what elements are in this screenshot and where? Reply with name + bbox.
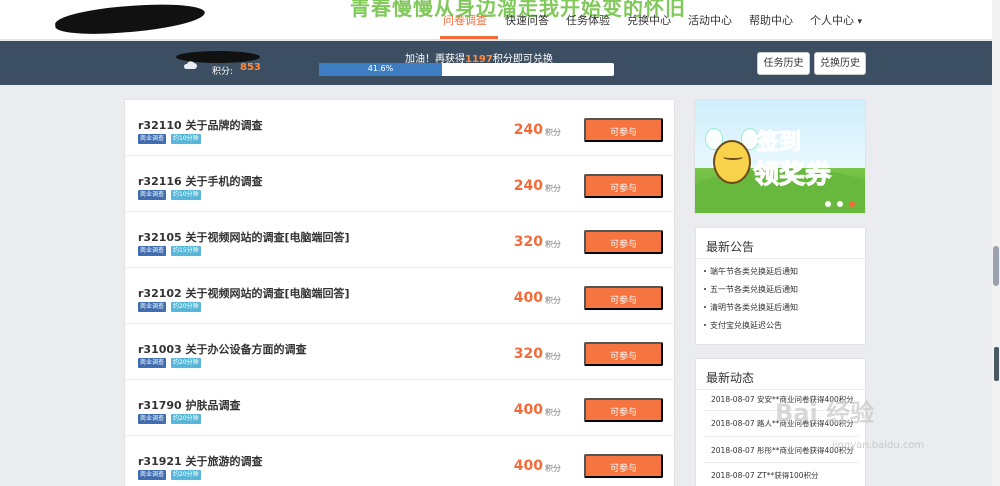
join-survey-button[interactable]: 可参与 [584,398,663,422]
category-badge: 商业调查 [138,358,167,368]
survey-row: r31921 关于旅游的调查 商业调查 约20分钟 400 积分 可参与 [125,436,676,486]
survey-row: r31790 护肤品调查 商业调查 约20分钟 400 积分 可参与 [125,380,676,436]
nav-personal-center-label: 个人中心 [810,14,854,27]
join-survey-button[interactable]: 可参与 [584,342,663,366]
survey-list: r32110 关于品牌的调查 商业调查 约10分钟 240 积分 可参与 r32… [124,99,676,486]
notice-item[interactable]: 端午节各类兑换延后通知 [704,266,798,277]
points-unit: 积分 [545,408,561,417]
category-badge: 商业调查 [138,246,167,256]
nav-survey[interactable]: 问卷调查 [443,12,487,28]
nav-exchange-center[interactable]: 兑换中心 [627,12,671,28]
points-unit: 积分 [545,184,561,193]
activity-item: 2018-08-07 ZT**获得100积分 [711,471,819,480]
points-unit: 积分 [545,128,561,137]
redacted-logo [54,0,206,38]
banner-checkin-text: 签到 [756,130,802,156]
page-scrollbar[interactable] [992,0,1000,486]
survey-row: r32110 关于品牌的调查 商业调查 约10分钟 240 积分 可参与 [125,100,676,156]
survey-title[interactable]: r32116 关于手机的调查 [138,173,263,189]
divider [696,258,865,259]
duration-badge: 约20分钟 [171,302,201,312]
points-unit: 积分 [545,296,561,305]
notice-item[interactable]: 五一节各类兑换延后通知 [704,284,798,295]
chevron-down-icon: ▾ [857,17,863,27]
survey-points: 400 [513,290,543,306]
task-history-button[interactable]: 任务历史 [757,52,810,75]
survey-points: 320 [513,346,543,362]
category-badge: 商业调查 [138,134,167,144]
category-badge: 商业调查 [138,190,167,200]
checkin-coupon-banner[interactable]: 签到 领奖券 [694,99,866,214]
nav-quick-qa[interactable]: 快速问答 [505,12,549,28]
top-navbar: 青春慢慢从身边溜走我开始变的怀旧 问卷调查 快速问答 任务体验 兑换中心 活动中… [0,0,1000,40]
baidu-jingyan-watermark: Bai 经验 [775,399,875,427]
survey-title[interactable]: r31003 关于办公设备方面的调查 [138,341,307,357]
divider [704,436,859,437]
duration-badge: 约10分钟 [171,190,201,200]
survey-row: r32105 关于视频网站的调查[电脑端回答] 商业调查 约15分钟 320 积… [125,212,676,268]
points-label: 积分: [212,67,234,77]
survey-points: 240 [513,178,543,194]
bee-smile [723,154,743,160]
join-survey-button[interactable]: 可参与 [584,118,663,142]
notice-item[interactable]: 支付宝兑换延迟公告 [704,320,782,331]
nav-activity-center[interactable]: 活动中心 [688,12,732,28]
duration-badge: 约10分钟 [171,134,201,144]
survey-row: r32102 关于视频网站的调查[电脑端回答] 商业调查 约20分钟 400 积… [125,268,676,324]
notice-item[interactable]: 清明节各类兑换延后通知 [704,302,798,313]
points-value: 853 [240,62,261,73]
duration-badge: 约20分钟 [171,414,201,424]
survey-title[interactable]: r32110 关于品牌的调查 [138,117,263,133]
points-unit: 积分 [545,464,561,473]
bee-mascot-icon [713,140,751,184]
carousel-dot-active[interactable] [849,201,855,207]
points-unit: 积分 [545,240,561,249]
category-badge: 商业调查 [138,470,167,480]
banner-coupon-text: 领奖券 [752,160,832,191]
scrollbar-thumb[interactable] [993,246,999,286]
survey-points: 240 [513,122,543,138]
survey-row: r31003 关于办公设备方面的调查 商业调查 约20分钟 320 积分 可参与 [125,324,676,380]
survey-points: 320 [513,234,543,250]
survey-row: r32116 关于手机的调查 商业调查 约10分钟 240 积分 可参与 [125,156,676,212]
category-badge: 商业调查 [138,414,167,424]
notices-panel: 最新公告 端午节各类兑换延后通知 五一节各类兑换延后通知 清明节各类兑换延后通知… [695,227,866,345]
join-survey-button[interactable]: 可参与 [584,454,663,478]
duration-badge: 约20分钟 [171,358,201,368]
survey-points: 400 [513,402,543,418]
side-widget-handle[interactable] [994,347,999,381]
divider [696,389,865,390]
carousel-dot[interactable] [825,201,831,207]
cloud-icon [183,61,197,69]
nav-task-experience[interactable]: 任务体验 [566,12,610,28]
survey-title[interactable]: r32105 关于视频网站的调查[电脑端回答] [138,229,350,245]
carousel-dot[interactable] [837,201,843,207]
nav-help-center[interactable]: 帮助中心 [749,12,793,28]
progress-percent: 41.6% [367,64,394,73]
points-unit: 积分 [545,352,561,361]
join-survey-button[interactable]: 可参与 [584,174,663,198]
survey-title[interactable]: r31921 关于旅游的调查 [138,453,263,469]
active-tab-indicator [440,36,498,39]
activity-title: 最新动态 [706,371,755,385]
survey-points: 400 [513,458,543,474]
duration-badge: 约20分钟 [171,470,201,480]
divider [704,462,859,463]
category-badge: 商业调查 [138,302,167,312]
exchange-history-button[interactable]: 兑换历史 [814,52,866,75]
baidu-jingyan-url: jingyan.baidu.com [832,440,925,451]
join-survey-button[interactable]: 可参与 [584,286,663,310]
join-survey-button[interactable]: 可参与 [584,230,663,254]
nav-personal-center[interactable]: 个人中心 ▾ [810,12,862,28]
duration-badge: 约15分钟 [171,246,201,256]
exchange-progress-bar: 41.6% [319,63,614,76]
notices-title: 最新公告 [706,240,755,254]
survey-title[interactable]: r31790 护肤品调查 [138,397,241,413]
survey-title[interactable]: r32102 关于视频网站的调查[电脑端回答] [138,285,350,301]
